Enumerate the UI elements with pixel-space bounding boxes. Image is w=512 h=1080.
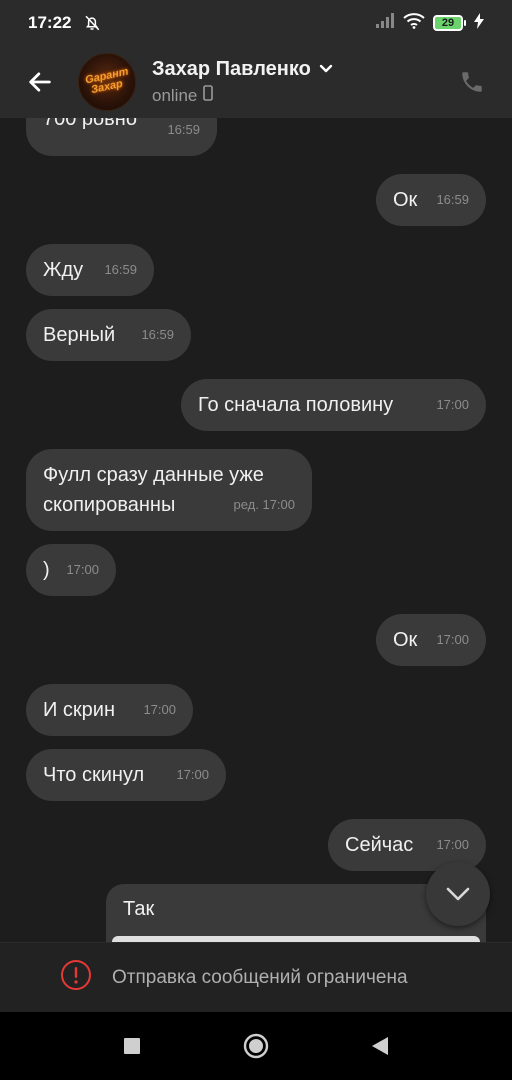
restriction-text: Отправка сообщений ограничена (112, 966, 408, 988)
message-text: Что скинул (43, 764, 145, 786)
message-time: 17:00 (176, 767, 209, 782)
message-bubble-incoming[interactable]: Верный 16:59 (26, 309, 191, 361)
contact-info[interactable]: Захар Павленко online (152, 58, 333, 106)
message-bubble-outgoing[interactable]: Ок 16:59 (376, 174, 486, 226)
message-text: Так (123, 898, 155, 920)
message-text: Сейчас (345, 834, 414, 856)
phone-device-icon (203, 85, 214, 106)
status-time: 17:22 (28, 13, 72, 32)
chat-header: Gарант Захар Захар Павленко online (0, 46, 512, 118)
message-time: 16:59 (104, 262, 137, 277)
message-bubble-incoming[interactable]: ) 17:00 (26, 544, 116, 596)
message-time: 17:00 (436, 397, 469, 412)
avatar[interactable]: Gарант Захар (78, 53, 136, 111)
bell-off-icon (83, 14, 101, 32)
wifi-icon (403, 12, 425, 34)
battery-icon: 29 (433, 15, 466, 31)
charging-bolt-icon (474, 12, 484, 34)
message-time: 16:59 (141, 327, 174, 342)
message-time: 17:00 (66, 562, 99, 577)
warning-circle-icon (60, 959, 92, 996)
message-text: Ок (393, 629, 418, 651)
message-text: И скрин (43, 699, 116, 721)
restriction-bar: Отправка сообщений ограничена (0, 942, 512, 1012)
message-time: 16:59 (167, 122, 200, 137)
contact-status: online (152, 85, 198, 105)
back-arrow-icon[interactable] (8, 50, 72, 114)
message-text: ) (43, 559, 50, 581)
phone-call-icon[interactable] (452, 62, 492, 102)
message-bubble-incoming[interactable]: Жду 16:59 (26, 244, 154, 296)
scroll-down-button[interactable] (426, 862, 490, 926)
message-time: 17:00 (143, 702, 176, 717)
chevron-down-icon (319, 61, 333, 79)
message-time: 17:00 (436, 837, 469, 852)
message-bubble-incoming[interactable]: И скрин 17:00 (26, 684, 193, 736)
message-text: 700 ровно (43, 118, 137, 130)
message-text: Верный (43, 324, 116, 346)
home-circle-icon[interactable] (238, 1028, 274, 1064)
message-bubble-outgoing[interactable]: Го сначала половину 17:00 (181, 379, 486, 431)
message-text: Ок (393, 189, 418, 211)
recents-square-icon[interactable] (114, 1028, 150, 1064)
battery-level: 29 (433, 15, 463, 31)
message-time: 16:59 (436, 192, 469, 207)
signal-icon (375, 12, 395, 34)
status-bar: 17:22 29 (0, 0, 512, 46)
message-bubble-incoming[interactable]: Что скинул 17:00 (26, 749, 226, 801)
message-bubble-incoming[interactable]: Фулл сразу данные уже скопированны ред. … (26, 449, 312, 531)
back-triangle-icon[interactable] (362, 1028, 398, 1064)
message-text: Го сначала половину (198, 394, 394, 416)
system-nav-bar (0, 1012, 512, 1080)
contact-name: Захар Павленко (152, 58, 311, 80)
message-bubble-incoming[interactable]: 700 ровно 16:59 (26, 118, 217, 156)
message-text: Жду (43, 259, 84, 281)
message-text: Фулл сразу данные уже скопированны (43, 464, 264, 516)
message-bubble-outgoing[interactable]: Ок 17:00 (376, 614, 486, 666)
message-time: 17:00 (436, 632, 469, 647)
message-list[interactable]: 700 ровно 16:59 Ок 16:59 Жду 16:59 Верны… (0, 118, 512, 942)
message-time: ред. 17:00 (233, 497, 295, 512)
